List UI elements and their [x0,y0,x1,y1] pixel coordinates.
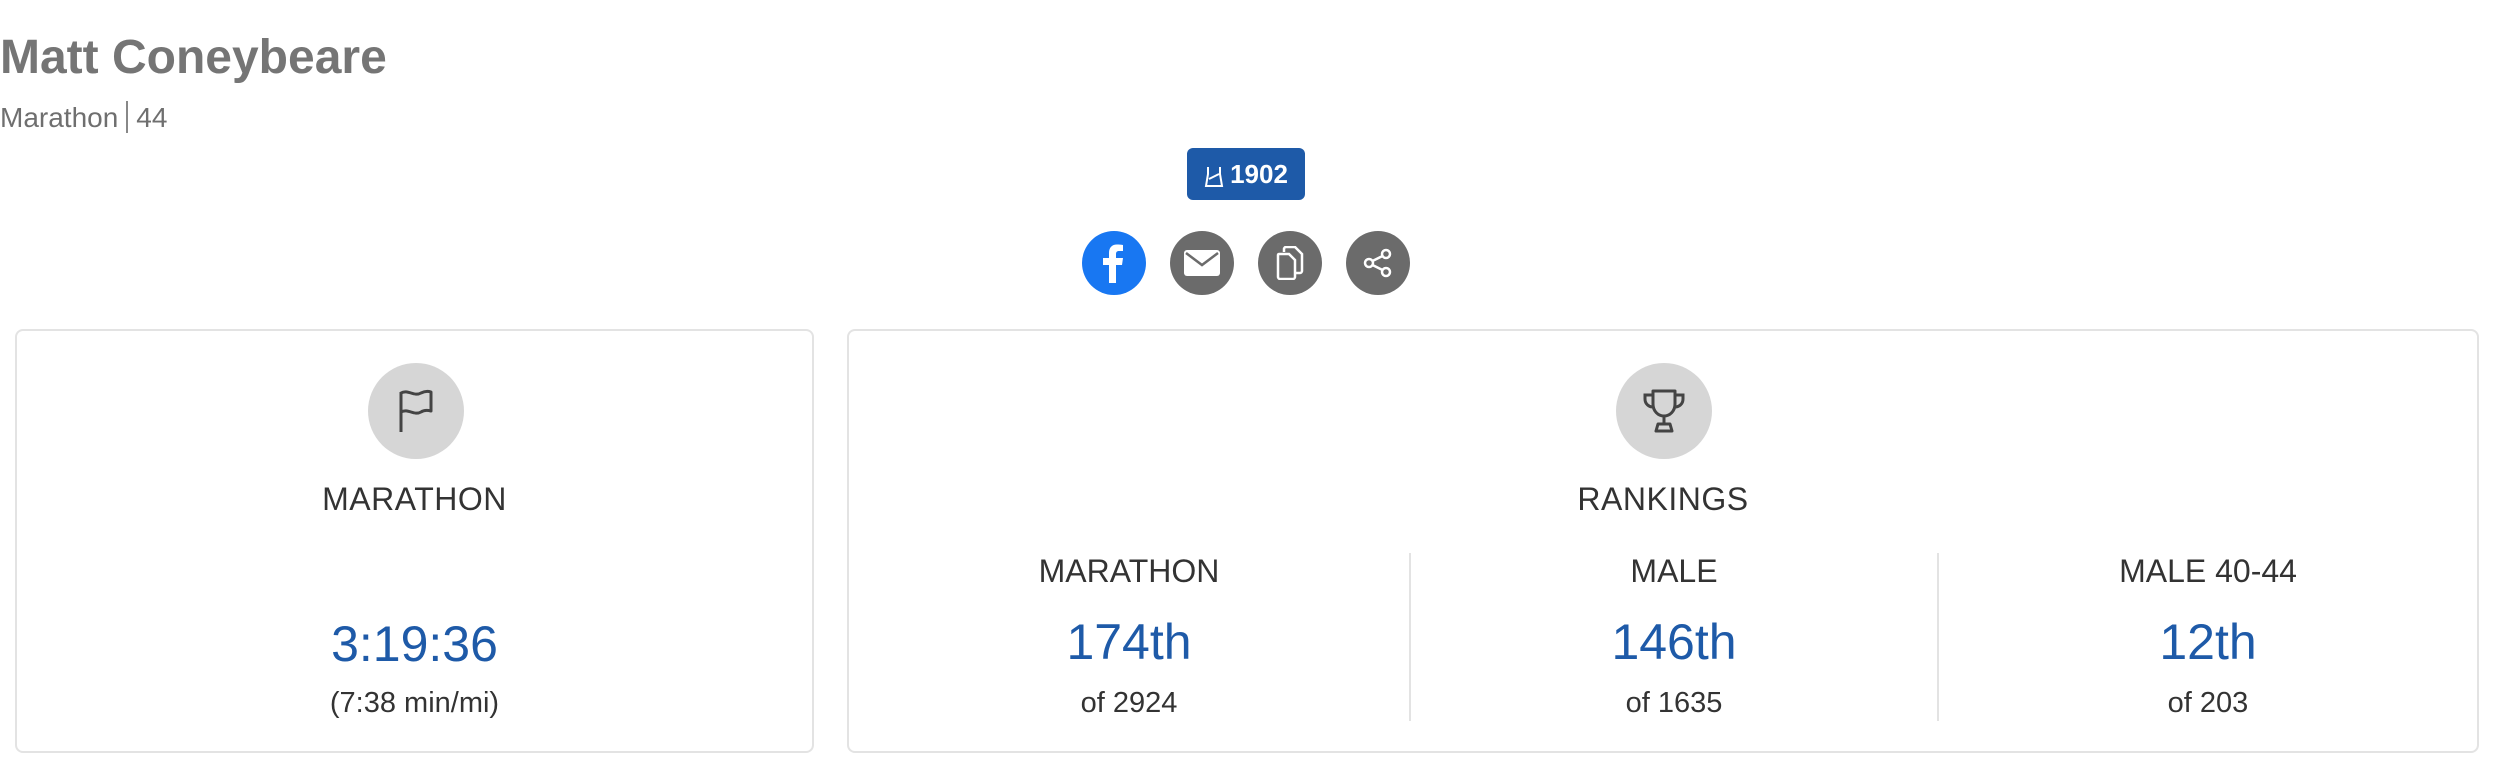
flag-icon [368,363,464,459]
rankings-card: RANKINGS MARATHON 174th of 2924 MALE 146… [847,329,2479,753]
share-button[interactable] [1346,231,1410,295]
email-share-button[interactable] [1170,231,1234,295]
athlete-age: 44 [136,102,168,133]
result-title: MARATHON [322,481,507,517]
trophy-icon [1616,363,1712,459]
rank-age-group: MALE 40-44 12th of 203 [1939,553,2477,721]
rank-value: 146th [1611,614,1737,670]
pace: (7:38 min/mi) [329,687,500,719]
rank-overall: MARATHON 174th of 2924 [849,553,1409,721]
rank-gender: MALE 146th of 1635 [1411,553,1937,721]
rankings-title: RANKINGS [1577,481,1749,517]
rank-total: of 1635 [1625,687,1723,719]
copy-link-button[interactable] [1258,231,1322,295]
rank-total: of 203 [2167,687,2249,719]
separator [126,101,129,133]
athlete-result-page: Matt Coneybeare Marathon 44 1902 MARATHO… [0,0,2494,772]
rank-label: MALE 40-44 [2119,553,2297,589]
bib-badge: 1902 [1187,148,1305,200]
athlete-subline: Marathon 44 [0,100,2494,136]
finish-time: 3:19:36 [331,616,498,672]
bib-icon [1204,167,1224,187]
share-icon [1363,248,1392,278]
event-name: Marathon [0,102,119,133]
bib-number: 1902 [1230,159,1288,189]
athlete-name: Matt Coneybeare [0,31,387,84]
facebook-icon [1103,244,1123,283]
result-card: MARATHON 3:19:36 (7:38 min/mi) [15,329,814,753]
rank-total: of 2924 [1080,687,1178,719]
rank-value: 12th [2159,614,2257,670]
copy-icon [1276,246,1304,280]
facebook-share-button[interactable] [1082,231,1146,295]
rank-label: MALE [1630,553,1718,589]
rank-label: MARATHON [1038,553,1220,589]
email-icon [1184,250,1220,276]
rank-value: 174th [1066,614,1192,670]
